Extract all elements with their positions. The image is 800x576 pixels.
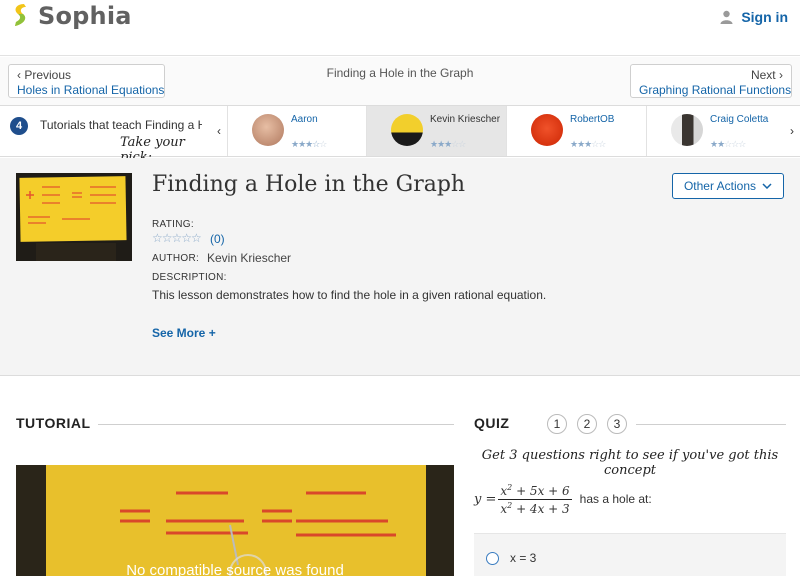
tutor-rating-stars: ★★★☆☆	[570, 139, 606, 149]
next-lesson-title: Graphing Rational Functions	[639, 83, 792, 97]
sophia-logo[interactable]: Sophia	[10, 2, 132, 30]
lesson-navigation: ‹ Previous Holes in Rational Equations F…	[0, 57, 800, 105]
tutor-card-craig-coletta[interactable]: Craig Coletta ★★☆☆☆	[646, 106, 786, 156]
previous-label-row: ‹ Previous	[17, 68, 156, 82]
quiz-question: y = x2 + 5x + 6 x2 + 4x + 3 has a hole a…	[474, 480, 652, 518]
tutor-rating-stars: ★★☆☆☆	[710, 139, 746, 149]
avatar	[531, 114, 563, 146]
video-player[interactable]: No compatible source was found	[16, 465, 454, 576]
quiz-question-1-button[interactable]: 1	[547, 414, 567, 434]
tutorials-label: Tutorials that teach Finding a Hole in t…	[40, 118, 202, 132]
avatar	[252, 114, 284, 146]
author-name: Kevin Kriescher	[207, 251, 292, 265]
chevron-down-icon	[762, 183, 772, 189]
rating-count[interactable]: (0)	[210, 232, 225, 246]
quiz-option-1[interactable]: x = 3	[474, 533, 786, 576]
fraction-denominator: x2 + 4x + 3	[500, 500, 570, 516]
tutor-rating-stars: ★★★☆☆	[430, 139, 466, 149]
description-label: DESCRIPTION:	[152, 272, 227, 283]
quiz-instructions: Get 3 questions right to see if you've g…	[481, 448, 779, 478]
lesson-title: Finding a Hole in the Graph	[152, 172, 466, 197]
quiz-question-3-button[interactable]: 3	[607, 414, 627, 434]
previous-label: Previous	[24, 68, 72, 82]
tutor-rating-stars: ★★★☆☆	[291, 139, 327, 149]
previous-lesson-title: Holes in Rational Equations	[17, 83, 165, 97]
sophia-logo-icon	[15, 4, 26, 26]
quiz-divider	[636, 424, 786, 425]
next-label-row: Next ›	[639, 68, 783, 82]
tutorials-carousel: 4 Tutorials that teach Finding a Hole in…	[0, 105, 800, 165]
tutor-card-aaron[interactable]: Aaron ★★★☆☆	[227, 106, 367, 156]
sign-in-link[interactable]: Sign in	[720, 9, 788, 25]
lesson-thumbnail[interactable]	[16, 173, 132, 261]
avatar	[391, 114, 423, 146]
user-icon	[720, 10, 733, 24]
fraction-numerator: x2 + 5x + 6	[498, 482, 572, 500]
lesson-description: This lesson demonstrates how to find the…	[152, 288, 547, 302]
option-label: x = 3	[510, 551, 537, 565]
tutor-name: Craig Coletta	[710, 114, 769, 125]
tutorial-heading: TUTORIAL	[16, 415, 91, 431]
lesson-info-panel: Finding a Hole in the Graph Other Action…	[0, 158, 800, 376]
tutorial-divider	[98, 424, 454, 425]
equation-fraction: x2 + 5x + 6 x2 + 4x + 3	[498, 482, 572, 516]
tutorial-count-badge: 4	[10, 117, 28, 135]
tutor-card-robertob[interactable]: RobertOB ★★★☆☆	[506, 106, 646, 156]
option-radio[interactable]	[486, 552, 499, 565]
video-frame-image	[16, 465, 454, 576]
rating-stars[interactable]: ☆☆☆☆☆	[152, 231, 202, 245]
tutorials-summary: 4 Tutorials that teach Finding a Hole in…	[0, 106, 210, 165]
equation-lhs: y =	[474, 491, 497, 507]
chevron-left-icon: ‹	[17, 68, 21, 82]
avatar	[671, 114, 703, 146]
question-text: has a hole at:	[579, 492, 652, 506]
see-more-link[interactable]: See More +	[152, 326, 216, 340]
rating-label: RATING:	[152, 219, 194, 230]
quiz-question-2-button[interactable]: 2	[577, 414, 597, 434]
next-lesson-button[interactable]: Next › Graphing Rational Functions	[630, 64, 792, 98]
video-error-message: No compatible source was found	[126, 562, 344, 576]
previous-lesson-button[interactable]: ‹ Previous Holes in Rational Equations	[8, 64, 165, 98]
site-header: Sophia Sign in	[0, 0, 800, 56]
logo-text: Sophia	[38, 2, 132, 30]
other-actions-label: Other Actions	[683, 179, 757, 193]
other-actions-button[interactable]: Other Actions	[672, 173, 784, 199]
next-label: Next	[750, 68, 776, 82]
author-label: AUTHOR:	[152, 253, 200, 264]
tutor-name: Kevin Kriescher	[430, 114, 501, 125]
tutor-card-kevin-kriescher[interactable]: Kevin Kriescher ★★★☆☆	[366, 106, 506, 156]
chevron-right-icon: ›	[779, 68, 783, 82]
lesson-thumbnail-image	[16, 173, 132, 261]
carousel-next-arrow-icon[interactable]: ›	[784, 106, 800, 156]
carousel-prev-arrow-icon[interactable]: ‹	[211, 106, 227, 156]
tutor-name: Aaron	[291, 114, 318, 125]
sign-in-label: Sign in	[741, 9, 788, 25]
tutor-name: RobertOB	[570, 114, 615, 125]
quiz-heading: QUIZ	[474, 415, 510, 431]
